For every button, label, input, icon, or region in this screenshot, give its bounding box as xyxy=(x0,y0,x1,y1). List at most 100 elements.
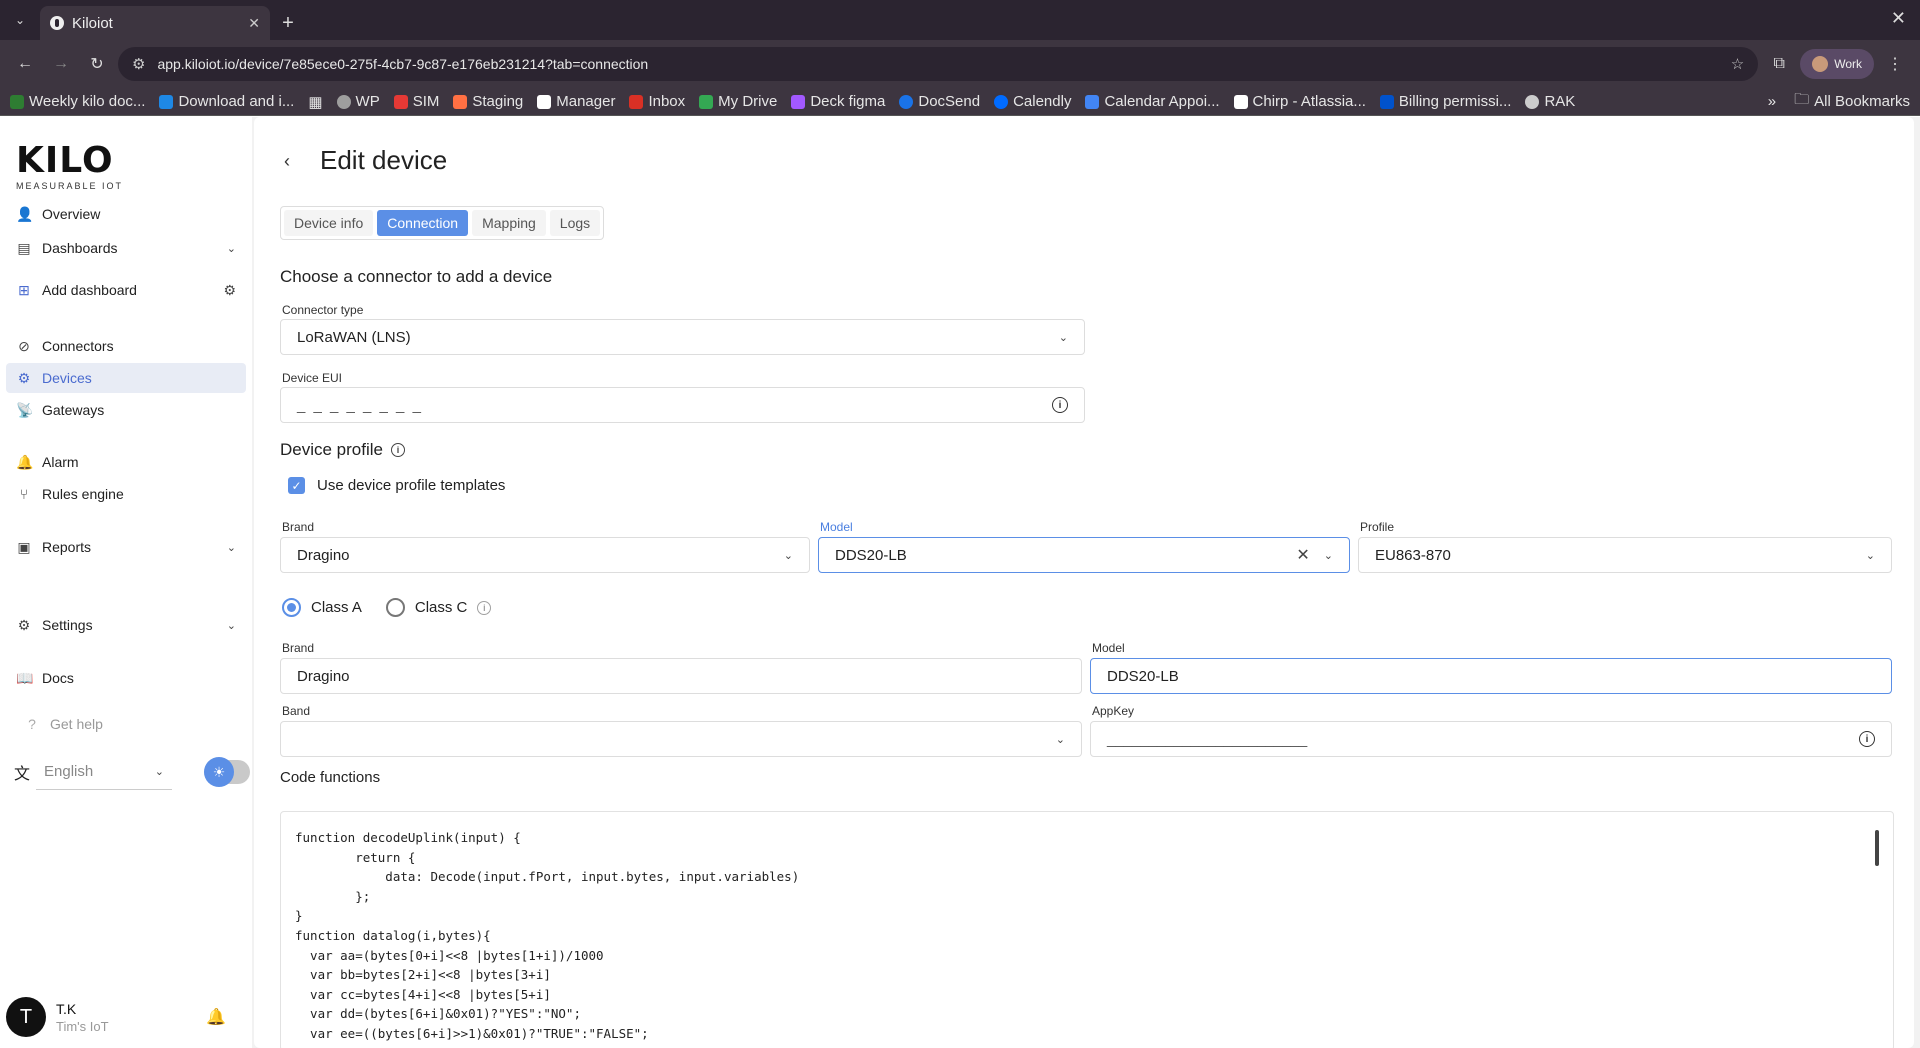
avatar: T xyxy=(6,997,46,1037)
notification-bell-icon[interactable]: 🔔 xyxy=(206,1007,226,1027)
chevron-down-icon: ⌄ xyxy=(226,541,236,554)
user-name: T.K xyxy=(56,1000,77,1017)
apps-grid-icon[interactable]: ▦ xyxy=(308,93,322,111)
tab-search-chevron-icon[interactable]: ⌄ xyxy=(0,0,40,40)
class-a-label: Class A xyxy=(311,599,362,616)
sidebar-item-docs[interactable]: 📖 Docs xyxy=(6,663,246,693)
all-bookmarks-button[interactable]: 🗀 All Bookmarks xyxy=(1794,89,1910,114)
user-profile[interactable]: T T.K Tim's IoT 🔔 xyxy=(6,992,246,1042)
bookmark-item[interactable]: DocSend xyxy=(899,93,980,110)
bookmark-item[interactable]: Manager xyxy=(537,93,615,110)
browser-navbar: ← → ↻ ⚙ app.kiloiot.io/device/7e85ece0-2… xyxy=(0,40,1920,88)
use-templates-label: Use device profile templates xyxy=(317,477,506,494)
bookmarks-bar: Weekly kilo doc... Download and i... ▦ W… xyxy=(0,88,1920,116)
site-info-icon[interactable]: ⚙ xyxy=(132,55,145,73)
kilo-logo[interactable]: KILO MEASURABLE IOT xyxy=(16,143,124,192)
sidebar-item-gateways[interactable]: 📡 Gateways xyxy=(6,395,246,425)
brand-input[interactable]: Dragino xyxy=(280,658,1082,694)
class-a-radio[interactable] xyxy=(282,598,301,617)
connector-heading: Choose a connector to add a device xyxy=(280,267,553,286)
close-tab-icon[interactable]: ✕ xyxy=(248,15,260,32)
tab-device-info[interactable]: Device info xyxy=(284,210,374,236)
gear-icon: ⚙ xyxy=(17,616,31,633)
figma-favicon-icon xyxy=(791,94,806,109)
template-brand-select[interactable]: Dragino ⌄ xyxy=(280,537,810,573)
sidebar-item-rules-engine[interactable]: ⑂ Rules engine xyxy=(6,479,246,509)
tab-mapping[interactable]: Mapping xyxy=(472,210,546,236)
template-profile-label: Profile xyxy=(1360,520,1395,534)
device-eui-input[interactable]: _ _ _ _ _ _ _ _ i xyxy=(280,387,1085,423)
profile-button[interactable]: Work xyxy=(1800,49,1874,79)
theme-toggle[interactable]: ☀ xyxy=(204,757,251,787)
tab-connection[interactable]: Connection xyxy=(377,210,469,236)
globe-icon xyxy=(336,94,351,109)
get-help-link[interactable]: ? Get help xyxy=(14,709,254,739)
brand-label: Brand xyxy=(282,641,315,655)
bookmark-item[interactable]: Billing permissi... xyxy=(1379,93,1511,110)
bookmark-item[interactable]: Download and i... xyxy=(159,93,294,110)
clear-icon[interactable]: ✕ xyxy=(1296,545,1309,565)
use-templates-checkbox[interactable]: ✓ xyxy=(288,477,305,494)
address-bar[interactable]: ⚙ app.kiloiot.io/device/7e85ece0-275f-4c… xyxy=(118,47,1759,81)
code-editor[interactable]: function decodeUplink(input) { return { … xyxy=(280,811,1894,1048)
info-icon[interactable]: i xyxy=(1859,731,1875,747)
bookmark-item[interactable]: Calendly xyxy=(994,93,1071,110)
band-select[interactable]: ⌄ xyxy=(280,721,1082,757)
checkbox-favicon-icon xyxy=(10,94,24,109)
bookmark-item[interactable]: Inbox xyxy=(629,93,685,110)
chevron-down-icon: ⌄ xyxy=(1058,331,1068,344)
sidebar-item-overview[interactable]: 👤 Overview xyxy=(6,199,246,229)
info-icon[interactable]: i xyxy=(477,600,492,615)
extensions-icon[interactable]: ⧉ xyxy=(1764,49,1794,79)
sidebar-item-settings[interactable]: ⚙ Settings ⌄ xyxy=(6,610,246,640)
info-icon[interactable]: i xyxy=(391,443,405,457)
sidebar-item-dashboards[interactable]: ▤ Dashboards ⌄ xyxy=(6,233,246,263)
browser-tabbar: ⌄ Kiloiot ✕ + ✕ xyxy=(0,0,1920,40)
staging-favicon-icon xyxy=(453,94,468,109)
appkey-label: AppKey xyxy=(1092,704,1135,718)
code-scrollbar[interactable] xyxy=(1875,830,1879,866)
bookmark-item[interactable]: Chirp - Atlassia... xyxy=(1233,93,1366,110)
appkey-input[interactable]: ________________________ i xyxy=(1090,721,1892,757)
bookmark-item[interactable]: RAK xyxy=(1525,93,1575,110)
template-model-select[interactable]: DDS20-LB ✕ ⌄ xyxy=(818,537,1350,573)
calendly-favicon-icon xyxy=(994,94,1009,109)
template-profile-select[interactable]: EU863-870 ⌄ xyxy=(1358,537,1892,573)
more-bookmarks-chevron-icon[interactable]: » xyxy=(1768,93,1776,110)
language-select[interactable]: English ⌄ xyxy=(36,754,173,790)
docsend-favicon-icon xyxy=(899,94,914,109)
bookmark-item[interactable]: Staging xyxy=(453,93,523,110)
back-icon[interactable]: ← xyxy=(10,49,40,79)
sidebar-item-add-dashboard[interactable]: ⊞ Add dashboard ⚙ xyxy=(6,275,246,305)
connector-type-label: Connector type xyxy=(282,303,364,317)
model-input[interactable]: DDS20-LB xyxy=(1090,658,1892,694)
bookmark-item[interactable]: WP xyxy=(336,93,380,110)
forward-icon[interactable]: → xyxy=(46,49,76,79)
sidebar-item-devices[interactable]: ⚙ Devices xyxy=(6,363,246,393)
band-label: Band xyxy=(282,704,311,718)
browser-menu-icon[interactable]: ⋮ xyxy=(1880,49,1910,79)
class-c-radio[interactable] xyxy=(385,598,405,617)
bookmark-item[interactable]: Calendar Appoi... xyxy=(1085,93,1220,110)
new-tab-icon[interactable]: + xyxy=(270,6,306,40)
sidebar-item-alarm[interactable]: 🔔 Alarm xyxy=(6,447,246,477)
connector-type-select[interactable]: LoRaWAN (LNS) ⌄ xyxy=(280,319,1085,355)
window-close-icon[interactable]: ✕ xyxy=(1891,8,1906,29)
code-functions-heading: Code functions xyxy=(280,769,381,786)
tab-title: Kiloiot xyxy=(72,14,113,32)
reload-icon[interactable]: ↻ xyxy=(82,49,112,79)
logo-tagline: MEASURABLE IOT xyxy=(16,181,124,191)
sidebar-item-connectors[interactable]: ⊘ Connectors xyxy=(6,331,246,361)
tab-logs[interactable]: Logs xyxy=(549,210,601,236)
back-chevron-icon[interactable]: ‹ xyxy=(284,151,290,172)
gear-icon[interactable]: ⚙ xyxy=(223,282,236,299)
bookmark-item[interactable]: Weekly kilo doc... xyxy=(10,93,145,110)
bookmark-item[interactable]: SIM xyxy=(393,93,439,110)
bookmark-star-icon[interactable]: ☆ xyxy=(1731,55,1744,73)
language-row: 文 English ⌄ ☀ xyxy=(14,754,251,790)
browser-tab[interactable]: Kiloiot ✕ xyxy=(40,6,270,40)
sidebar-item-reports[interactable]: ▣ Reports ⌄ xyxy=(6,532,246,562)
info-icon[interactable]: i xyxy=(1052,397,1068,413)
bookmark-item[interactable]: My Drive xyxy=(699,93,777,110)
bookmark-item[interactable]: Deck figma xyxy=(791,93,885,110)
